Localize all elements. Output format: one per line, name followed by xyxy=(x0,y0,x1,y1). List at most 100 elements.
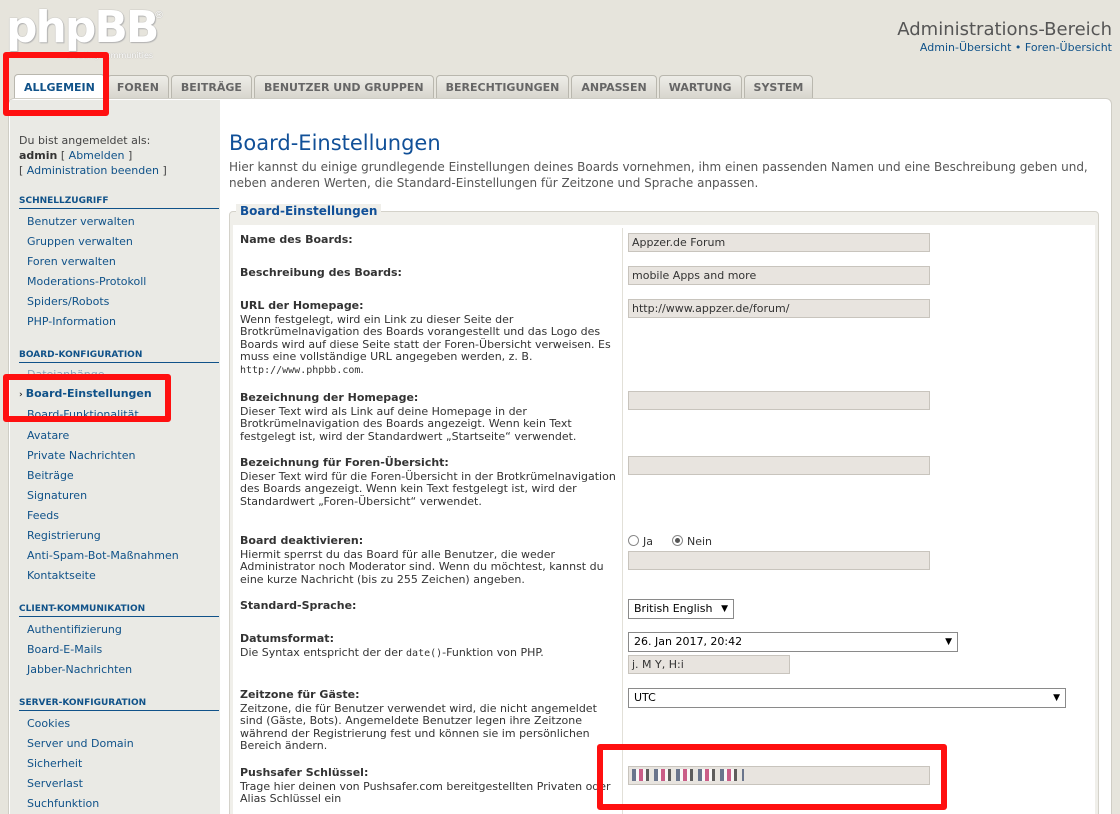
dropdown-arrow-icon: ▼ xyxy=(945,637,952,647)
disable-message-input[interactable] xyxy=(628,551,930,570)
end-admin-link[interactable]: Administration beenden xyxy=(27,164,159,177)
sidebar-item[interactable]: Avatare xyxy=(27,426,179,446)
server-config-heading: SERVER-KONFIGURATION xyxy=(19,698,219,711)
homepage-name-input[interactable] xyxy=(628,391,930,410)
login-info: Du bist angemeldet als: admin [ Abmelden… xyxy=(19,134,167,177)
field-help: Hiermit sperrst du das Board für alle Be… xyxy=(240,547,604,586)
field-label: Bezeichnung der Homepage: xyxy=(240,391,419,404)
select-value: UTC xyxy=(634,691,656,704)
sidebar-item[interactable]: Registrierung xyxy=(27,526,179,546)
field-help: Trage hier deinen von Pushsafer.com bere… xyxy=(240,779,611,805)
forum-overview-link[interactable]: Foren-Übersicht xyxy=(1025,41,1112,54)
sidebar-item[interactable]: Benutzer verwalten xyxy=(27,212,146,232)
sidebar-item[interactable]: Serverlast xyxy=(27,774,134,794)
field-label: Datumsformat: xyxy=(240,632,334,645)
select-value: 26. Jan 2017, 20:42 xyxy=(634,635,743,648)
highlight-pushsafer-key xyxy=(597,744,947,810)
sidebar-item[interactable]: Jabber-Nachrichten xyxy=(27,660,132,680)
column-divider xyxy=(622,228,623,814)
sidebar-item[interactable]: Spiders/Robots xyxy=(27,292,146,312)
field-label: Board deaktivieren: xyxy=(240,534,364,547)
homepage-url-input[interactable]: http://www.appzer.de/forum/ xyxy=(628,299,930,318)
tab-beitraege[interactable]: BEITRÄGE xyxy=(170,75,252,100)
custom-date-format-input[interactable]: j. M Y, H:i xyxy=(628,655,790,674)
tab-system[interactable]: SYSTEM xyxy=(743,75,814,100)
logout-link[interactable]: Abmelden xyxy=(69,149,125,162)
sidebar-item[interactable]: Signaturen xyxy=(27,486,179,506)
sidebar-item[interactable]: Cookies xyxy=(27,714,134,734)
default-language-label: Standard-Sprache: xyxy=(240,599,616,614)
sidebar-item[interactable]: Kontaktseite xyxy=(27,566,179,586)
code-snippet: date() xyxy=(406,647,443,659)
sidebar-item[interactable]: Foren verwalten xyxy=(27,252,146,272)
page-description: Hier kannst du einige grundlegende Einst… xyxy=(229,160,1088,190)
disable-yes-radio[interactable]: Ja xyxy=(628,535,653,548)
sidebar-item[interactable]: Server und Domain xyxy=(27,734,134,754)
dropdown-arrow-icon: ▼ xyxy=(1053,693,1060,703)
field-label: Zeitzone für Gäste: xyxy=(240,688,360,701)
sidebar-item[interactable]: Board-E-Mails xyxy=(27,640,132,660)
disable-no-radio[interactable]: Nein xyxy=(672,535,712,548)
field-label: Bezeichnung für Foren-Übersicht: xyxy=(240,456,449,469)
sidebar-item[interactable]: Suchfunktion xyxy=(27,794,134,814)
field-help: Zeitzone, die für Benutzer verwendet wir… xyxy=(240,701,597,752)
field-help-end: -Funktion von PHP. xyxy=(442,645,544,659)
example-url-end: . xyxy=(360,362,364,376)
sidebar-item[interactable]: PHP-Information xyxy=(27,312,146,332)
homepage-url-label: URL der Homepage: Wenn festgelegt, wird … xyxy=(240,299,616,377)
board-config-heading: BOARD-KONFIGURATION xyxy=(19,350,219,363)
server-config-list: Cookies Server und Domain Sicherheit Ser… xyxy=(27,714,134,814)
quick-access-heading: SCHNELLZUGRIFF xyxy=(19,196,219,209)
tab-anpassen[interactable]: ANPASSEN xyxy=(571,75,657,100)
sidebar: Du bist angemeldet als: admin [ Abmelden… xyxy=(10,100,220,814)
index-name-label: Bezeichnung für Foren-Übersicht: Dieser … xyxy=(240,456,616,508)
board-description-label: Beschreibung des Boards: xyxy=(240,266,616,281)
fieldset-legend: Board-Einstellungen xyxy=(236,204,382,218)
timezone-select[interactable]: UTC ▼ xyxy=(628,688,1066,708)
client-comm-list: Authentifizierung Board-E-Mails Jabber-N… xyxy=(27,620,132,680)
quick-access-list: Benutzer verwalten Gruppen verwalten For… xyxy=(27,212,146,332)
board-name-input[interactable]: Appzer.de Forum xyxy=(628,233,930,252)
sidebar-item[interactable]: Feeds xyxy=(27,506,179,526)
index-name-input[interactable] xyxy=(628,456,930,475)
field-label: Standard-Sprache: xyxy=(240,599,357,612)
sidebar-item[interactable]: Beiträge xyxy=(27,466,179,486)
page-title: Board-Einstellungen xyxy=(229,131,441,155)
language-select[interactable]: British English ▼ xyxy=(628,599,734,619)
client-comm-heading: CLIENT-KOMMUNIKATION xyxy=(19,604,219,617)
radio-checked-icon xyxy=(672,535,683,546)
admin-overview-link[interactable]: Admin-Übersicht xyxy=(920,41,1011,54)
acp-title: Administrations-Bereich xyxy=(897,19,1112,40)
sidebar-item[interactable]: Sicherheit xyxy=(27,754,134,774)
link-separator: • xyxy=(1011,41,1025,54)
logo-registered-mark: ® xyxy=(154,10,164,21)
field-help: Dieser Text wird für die Foren-Übersicht… xyxy=(240,469,616,508)
sidebar-item[interactable]: Anti-Spam-Bot-Maßnahmen xyxy=(27,546,179,566)
example-url: http://www.phpbb.com xyxy=(240,364,361,376)
dropdown-arrow-icon: ▼ xyxy=(721,604,728,614)
disable-board-label: Board deaktivieren: Hiermit sperrst du d… xyxy=(240,534,616,586)
board-description-input[interactable]: mobile Apps and more xyxy=(628,266,930,285)
field-label: Pushsafer Schlüssel: xyxy=(240,766,369,779)
username: admin xyxy=(19,149,58,162)
field-label: Name des Boards: xyxy=(240,233,353,246)
date-format-label: Datumsformat: Die Syntax entspricht der … xyxy=(240,632,616,660)
tab-foren[interactable]: FOREN xyxy=(106,75,169,100)
board-name-label: Name des Boards: xyxy=(240,233,616,248)
tab-wartung[interactable]: WARTUNG xyxy=(658,75,742,100)
tab-berechtigungen[interactable]: BERECHTIGUNGEN xyxy=(435,75,570,100)
date-format-select[interactable]: 26. Jan 2017, 20:42 ▼ xyxy=(628,632,958,652)
tab-benutzer-und-gruppen[interactable]: BENUTZER UND GRUPPEN xyxy=(253,75,434,100)
radio-label: Ja xyxy=(643,535,653,548)
sidebar-item[interactable]: Private Nachrichten xyxy=(27,446,179,466)
sidebar-item[interactable]: Gruppen verwalten xyxy=(27,232,146,252)
highlight-board-settings xyxy=(3,374,171,422)
field-help: Die Syntax entspricht der der xyxy=(240,645,407,659)
field-label: URL der Homepage: xyxy=(240,299,364,312)
pushsafer-key-label: Pushsafer Schlüssel: Trage hier deinen v… xyxy=(240,766,616,806)
sidebar-item[interactable]: Moderations-Protokoll xyxy=(27,272,146,292)
field-help: Wenn festgelegt, wird ein Link zu dieser… xyxy=(240,312,611,363)
guest-timezone-label: Zeitzone für Gäste: Zeitzone, die für Be… xyxy=(240,688,616,753)
main-tabs: ALLGEMEIN FOREN BEITRÄGE BENUTZER UND GR… xyxy=(14,74,815,101)
sidebar-item[interactable]: Authentifizierung xyxy=(27,620,132,640)
